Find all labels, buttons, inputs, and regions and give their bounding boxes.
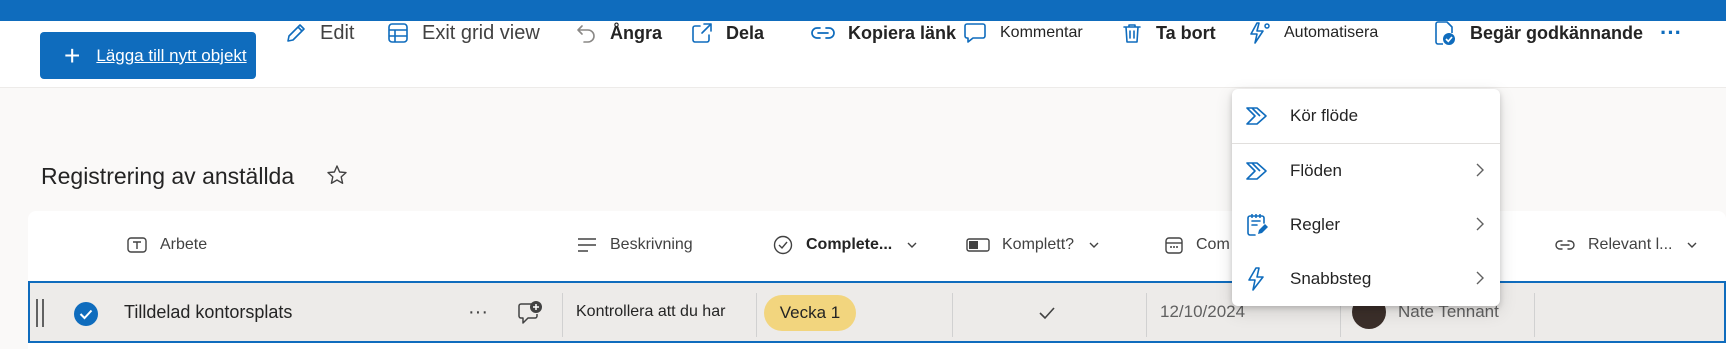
link-icon (811, 27, 835, 39)
exit-grid-label: Exit grid view (422, 21, 540, 44)
column-header-description[interactable]: Beskrivning (576, 213, 693, 277)
column-header-completed[interactable]: Complete... (772, 213, 918, 277)
chevron-right-icon (1476, 271, 1484, 285)
choice-column-icon (773, 235, 793, 255)
automate-icon (1250, 22, 1270, 44)
list-title: Registrering av anställda (41, 163, 295, 189)
row-selected-checkbox-icon[interactable] (73, 301, 99, 327)
checkmark-icon (1039, 307, 1055, 320)
menu-label: Kör flöde (1290, 106, 1359, 125)
pencil-icon (287, 24, 305, 42)
chevron-right-icon (1476, 163, 1484, 177)
favorite-star-icon[interactable] (326, 164, 348, 186)
column-work-label: Arbete (160, 236, 208, 253)
request-approval-label: Begär godkännande (1470, 22, 1644, 43)
comment-label: Kommentar (1000, 24, 1083, 41)
chevron-down-icon (1089, 242, 1099, 248)
lightning-icon (1248, 267, 1264, 291)
cell-divider (1534, 293, 1535, 337)
share-button[interactable]: Dela (690, 0, 764, 66)
automate-button[interactable]: Automatisera (1246, 0, 1378, 66)
delete-label: Ta bort (1156, 22, 1216, 43)
automate-label: Automatisera (1284, 24, 1379, 41)
drag-handle-icon[interactable] (42, 299, 44, 327)
exit-grid-view-button[interactable]: Exit grid view (386, 0, 540, 66)
column-description-label: Beskrivning (610, 236, 693, 253)
cell-work[interactable]: Tilldelad kontorsplats (124, 281, 292, 343)
column-relevant-label: Relevant l... (1588, 236, 1673, 253)
automate-dropdown-menu: Kör flöde Flöden Regler Snabbsteg (1232, 89, 1500, 306)
undo-button[interactable]: Ångra (574, 0, 662, 66)
trash-icon (1123, 24, 1141, 43)
column-com-label: Com (1196, 236, 1230, 253)
cell-divider (756, 293, 757, 337)
menu-item-run-flow[interactable]: Kör flöde (1232, 89, 1500, 143)
comment-icon (964, 23, 986, 43)
column-header-relevant[interactable]: Relevant l... (1554, 213, 1698, 277)
row-more-icon[interactable]: ··· (468, 281, 488, 343)
new-item-button[interactable]: + Lägga till nytt objekt (40, 32, 256, 79)
menu-label: Snabbsteg (1290, 269, 1372, 288)
calendar-icon (1165, 237, 1183, 254)
share-label: Dela (726, 22, 765, 43)
column-complete-q-label: Komplett? (1002, 236, 1075, 253)
column-header-complete-q[interactable]: Komplett? (966, 213, 1100, 277)
menu-label: Flöden (1290, 161, 1342, 180)
copy-link-label: Kopiera länk (848, 22, 957, 43)
more-options-button[interactable]: ··· (1660, 0, 1682, 66)
menu-item-flows[interactable]: Flöden (1232, 144, 1500, 198)
power-automate-icon (1246, 162, 1267, 180)
status-badge[interactable]: Vecka 1 (764, 295, 856, 331)
share-icon (692, 23, 712, 43)
edit-label: Edit (320, 21, 355, 44)
comment-button[interactable]: Kommentar (962, 0, 1083, 66)
undo-label: Ångra (610, 22, 663, 43)
chevron-down-icon (1687, 242, 1697, 248)
undo-icon (577, 25, 595, 43)
column-completed-label: Complete... (806, 236, 893, 253)
column-header-work[interactable]: Arbete (126, 213, 207, 277)
new-item-label: Lägga till nytt objekt (96, 45, 247, 65)
drag-handle-icon[interactable] (36, 299, 38, 327)
delete-button[interactable]: Ta bort (1120, 0, 1216, 66)
approval-document-icon (1435, 21, 1455, 45)
more-options-icon: ··· (1660, 20, 1682, 45)
add-comment-icon[interactable] (516, 299, 544, 327)
power-automate-icon (1246, 107, 1267, 125)
multiline-text-icon (578, 238, 596, 252)
link-icon (1555, 240, 1575, 250)
cell-description[interactable]: Kontrollera att du har (576, 281, 725, 343)
yes-no-column-icon (966, 238, 990, 252)
cell-divider (1146, 293, 1147, 337)
grid-icon (388, 23, 408, 43)
edit-button[interactable]: Edit (284, 0, 354, 66)
menu-item-rules[interactable]: Regler (1232, 198, 1500, 252)
text-column-icon (127, 237, 147, 253)
rules-icon (1247, 214, 1268, 236)
copy-link-button[interactable]: Kopiera länk (810, 0, 956, 66)
cell-divider (562, 293, 563, 337)
plus-icon: + (64, 39, 81, 71)
chevron-right-icon (1476, 217, 1484, 231)
chevron-down-icon (907, 242, 917, 248)
column-header-com[interactable]: Com (1164, 213, 1230, 277)
menu-item-quick-steps[interactable]: Snabbsteg (1232, 252, 1500, 306)
cell-divider (952, 293, 953, 337)
menu-label: Regler (1290, 215, 1341, 234)
request-approval-button[interactable]: Begär godkännande (1432, 0, 1643, 66)
